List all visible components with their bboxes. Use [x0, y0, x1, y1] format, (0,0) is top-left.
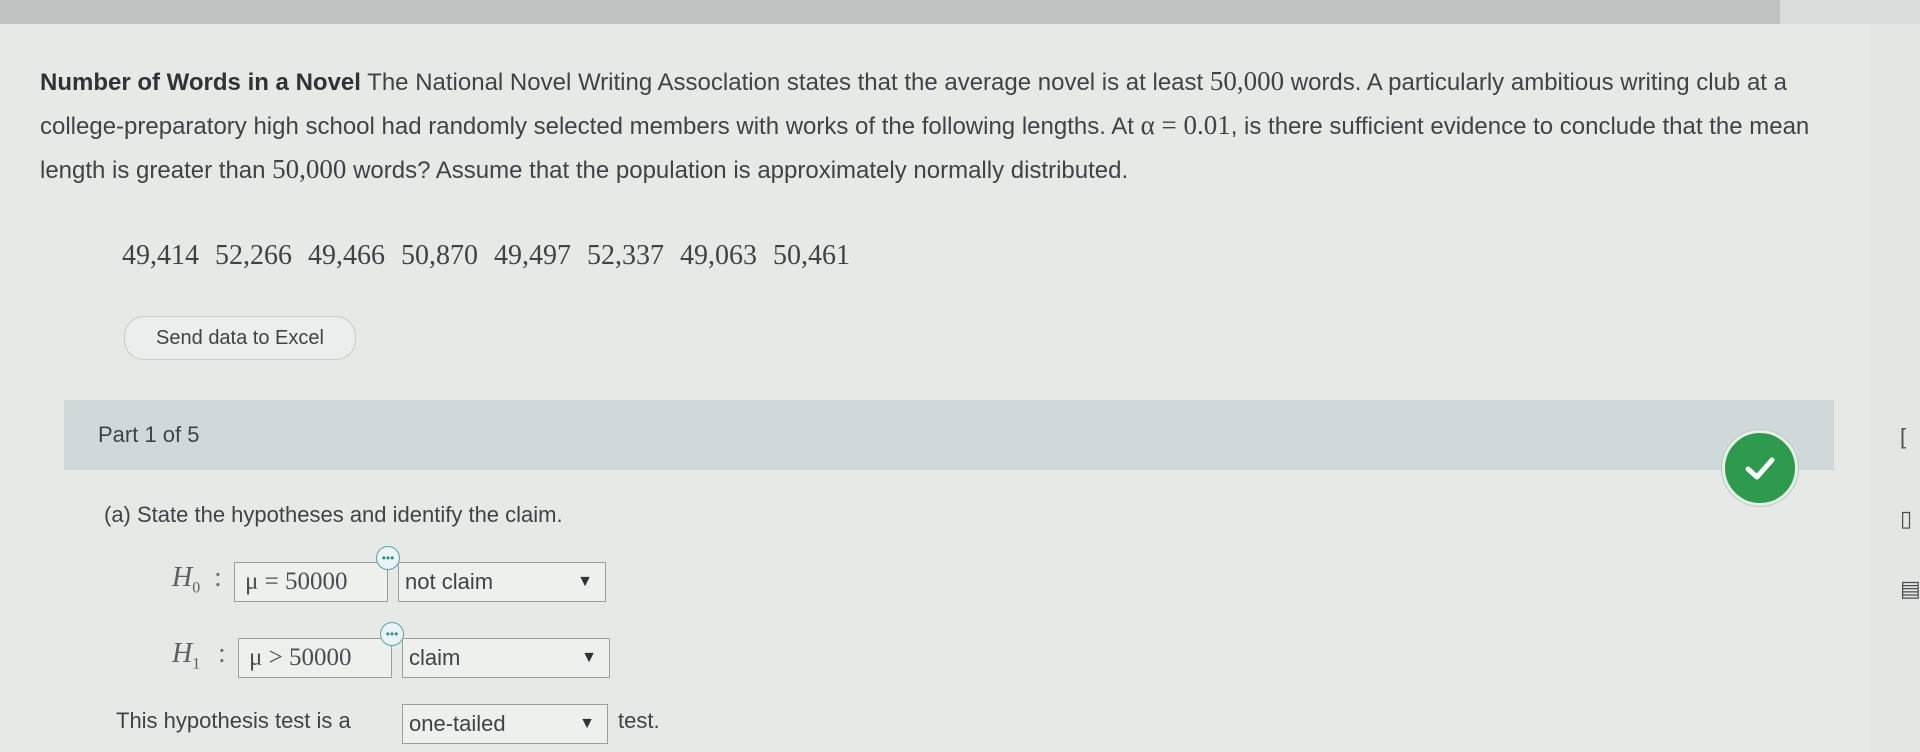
h0-claim-select[interactable]: not claim ▼: [398, 562, 606, 602]
data-value: 49,063: [680, 240, 757, 271]
problem-number-1: 50,000: [1209, 66, 1285, 96]
h0-subscript: 0: [192, 579, 201, 597]
chevron-down-icon: ▼: [579, 715, 595, 732]
h1-expression-field[interactable]: μ > 50000: [238, 638, 392, 678]
table-icon[interactable]: ▤: [1900, 576, 1920, 602]
problem-text-4: words? Assume that the population is app…: [346, 157, 1129, 184]
tail-prefix: This hypothesis test is a: [116, 708, 351, 733]
question-a: (a) State the hypotheses and identify th…: [104, 502, 563, 527]
part-header[interactable]: Part 1 of 5: [64, 400, 1834, 470]
problem-text-1: The National Novel Writing Assoclation s…: [360, 69, 1210, 96]
h1-colon: :: [218, 638, 226, 669]
browser-top-bar: [0, 0, 1780, 24]
ellipsis-icon[interactable]: •••: [380, 622, 404, 646]
h0-symbol: H0: [172, 562, 200, 598]
part-label: Part 1 of 5: [98, 422, 200, 447]
calculator-icon[interactable]: ▯: [1900, 506, 1912, 532]
h1-claim-select[interactable]: claim ▼: [402, 638, 610, 678]
h1-claim-value: claim: [409, 645, 461, 670]
tail-type-value: one-tailed: [409, 711, 506, 736]
chevron-down-icon: ▼: [581, 649, 597, 666]
ellipsis-icon[interactable]: •••: [376, 546, 400, 570]
browser-top-bar-right: [1780, 0, 1920, 24]
data-value: 49,466: [308, 240, 385, 271]
tail-sentence: This hypothesis test is a: [116, 708, 351, 734]
data-value: 49,497: [494, 240, 571, 271]
h1-subscript: 1: [192, 655, 201, 673]
problem-statement: Number of Words in a Novel The National …: [40, 60, 1870, 192]
chevron-down-icon: ▼: [577, 573, 593, 590]
h1-symbol: H1: [172, 638, 200, 674]
send-data-to-excel-button[interactable]: Send data to Excel: [124, 316, 356, 360]
h0-letter: H: [172, 562, 193, 593]
data-value: 50,461: [773, 240, 850, 271]
h0-colon: :: [214, 562, 222, 593]
check-icon: [1722, 430, 1798, 506]
tail-suffix: test.: [618, 708, 660, 733]
problem-title: Number of Words in a Novel: [40, 69, 361, 96]
data-value: 52,266: [215, 240, 292, 271]
h1-letter: H: [172, 638, 193, 669]
data-value: 52,337: [587, 240, 664, 271]
data-values: 49,414 52,266 49,466 50,870 49,497 52,33…: [122, 240, 850, 272]
tail-type-select[interactable]: one-tailed ▼: [402, 704, 608, 744]
alpha-value: α = 0.01: [1140, 110, 1231, 140]
data-value: 50,870: [401, 240, 478, 271]
bracket-icon[interactable]: [: [1900, 424, 1906, 450]
h0-claim-value: not claim: [405, 569, 494, 594]
h0-expression-field[interactable]: μ = 50000: [234, 562, 388, 602]
data-value: 49,414: [122, 240, 199, 271]
problem-number-2: 50,000: [272, 154, 347, 184]
